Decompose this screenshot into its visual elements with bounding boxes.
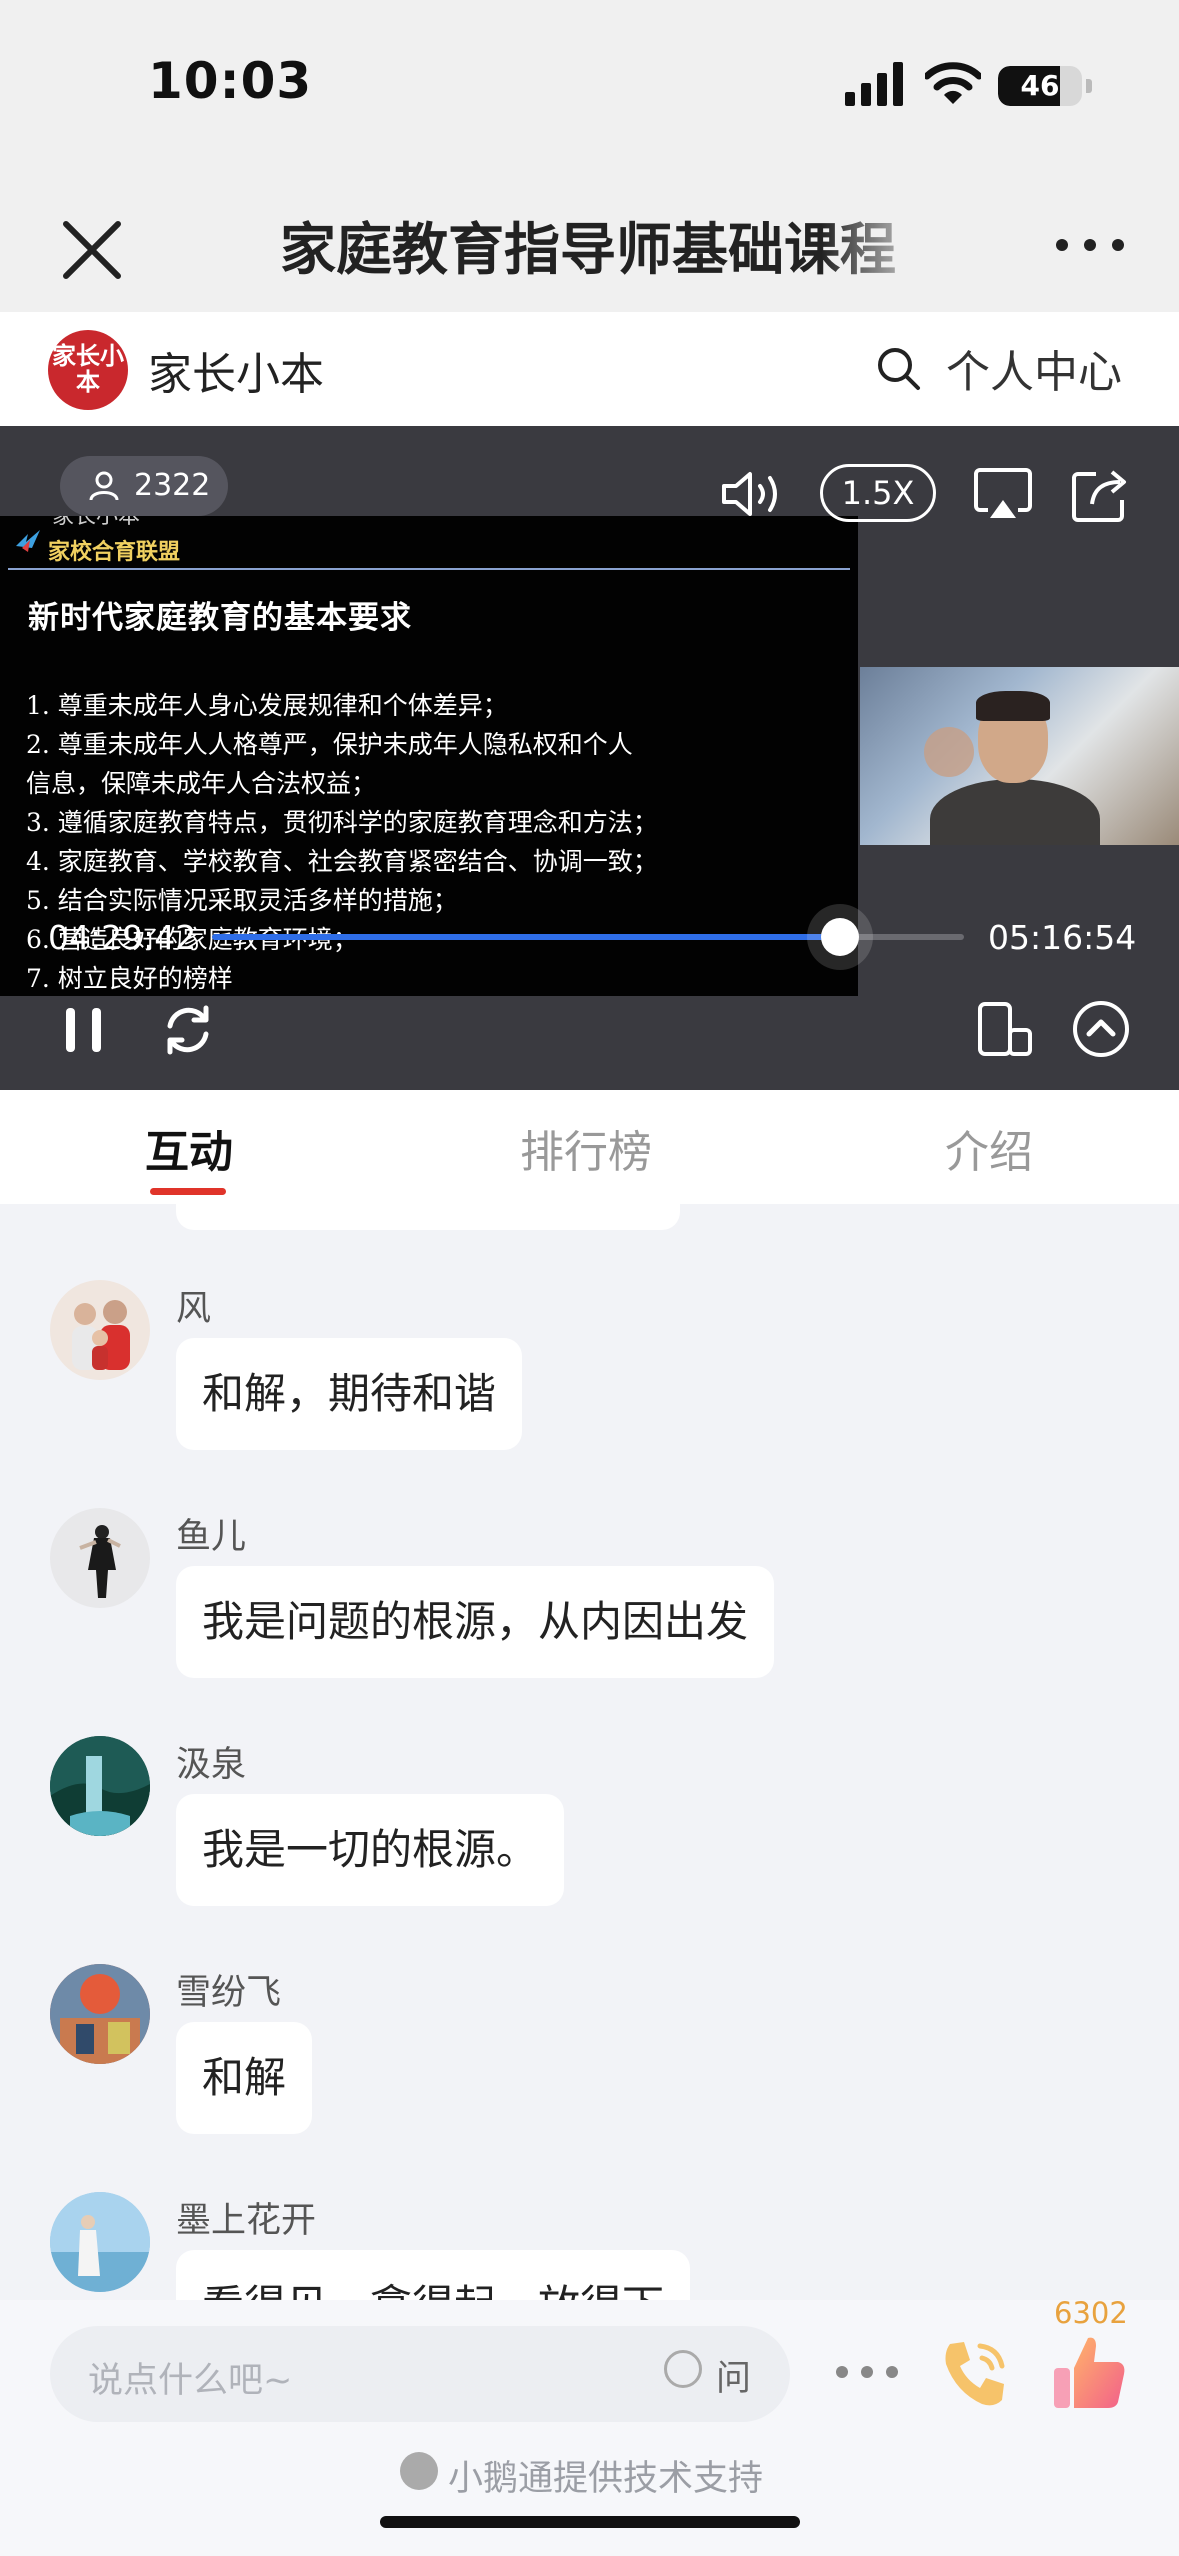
- tab-leaderboard[interactable]: 排行榜: [520, 1116, 652, 1180]
- slide-list-item: 3. 遵循家庭教育特点，贯彻科学的家庭教育理念和方法；: [26, 808, 658, 837]
- viewer-count: 2322: [60, 456, 228, 516]
- playback-speed-button[interactable]: 1.5X: [820, 464, 936, 522]
- rotate-screen-icon[interactable]: [974, 1000, 1034, 1060]
- voice-call-icon[interactable]: [936, 2334, 1016, 2414]
- chat-list[interactable]: 风 和解，期待和谐 鱼儿 我是问题的根源，从内因出发 汲泉 我是一切的根源。 雪…: [0, 1204, 1179, 2300]
- message-username: 鱼儿: [176, 1517, 247, 1557]
- more-icon[interactable]: [1050, 230, 1130, 260]
- battery-level: 46: [1020, 69, 1060, 102]
- close-icon[interactable]: [52, 210, 132, 290]
- slide-rule: [8, 568, 850, 570]
- slide-watermark: 家长小本: [52, 516, 141, 529]
- volume-icon[interactable]: [720, 468, 786, 520]
- slide-list-item: 7. 树立良好的榜样: [26, 964, 233, 993]
- search-icon[interactable]: [874, 344, 924, 394]
- ask-question-label[interactable]: 问: [716, 2350, 751, 2401]
- speaker-camera: [860, 667, 1179, 845]
- more-options-icon[interactable]: [832, 2362, 902, 2382]
- slide-list-item: 5. 结合实际情况采取灵活多样的措施；: [26, 886, 458, 915]
- thumbs-up-icon[interactable]: [1050, 2330, 1130, 2414]
- slide-list-item: 信息，保障未成年人合法权益；: [26, 769, 377, 798]
- personal-center-link[interactable]: 个人中心: [946, 336, 1122, 400]
- brand-logo[interactable]: 家长小本: [48, 330, 128, 410]
- share-icon[interactable]: [1068, 464, 1130, 524]
- current-time: 04:29:42: [48, 918, 197, 957]
- app-screen: 10:03 46 家庭教育指导师基础课程 家长小本 家长小本 个人中心 家长小本: [0, 0, 1179, 2556]
- brand-name[interactable]: 家长小本: [148, 338, 324, 402]
- cellular-signal-icon: [845, 62, 903, 106]
- progress-thumb[interactable]: [821, 918, 859, 956]
- avatar[interactable]: [50, 1964, 150, 2064]
- brand-logo-text: 家长小本: [52, 341, 124, 396]
- slide-list-item: 4. 家庭教育、学校教育、社会教育紧密结合、协调一致；: [26, 847, 658, 876]
- home-indicator[interactable]: [380, 2516, 800, 2528]
- message-bubble[interactable]: 和解，期待和谐: [176, 1338, 523, 1450]
- avatar[interactable]: [50, 1736, 150, 1836]
- message-username: 墨上花开: [176, 2201, 317, 2241]
- slide-title: 新时代家庭教育的基本要求: [28, 600, 412, 636]
- slide-list-item: 1. 尊重未成年人身心发展规律和个体差异；: [26, 691, 508, 720]
- status-time: 10:03: [148, 52, 313, 110]
- avatar[interactable]: [50, 1280, 150, 1380]
- page-title: 家庭教育指导师基础课程: [280, 218, 896, 283]
- message-username: 雪纷飞: [176, 1973, 282, 2013]
- comment-input-placeholder: 说点什么吧~: [88, 2361, 293, 2401]
- org-logo-icon: [16, 530, 40, 552]
- slide-org: 家校合育联盟: [48, 539, 181, 565]
- avatar[interactable]: [50, 2192, 150, 2292]
- message-bubble[interactable]: 看得见，拿得起，放得下: [176, 2250, 691, 2300]
- message-username: 风: [176, 1289, 212, 1329]
- refresh-icon[interactable]: [158, 1000, 218, 1060]
- tech-support-text: 小鹅通提供技术支持: [448, 2459, 764, 2499]
- like-count: 6302: [1054, 2296, 1128, 2330]
- active-tab-indicator: [150, 1188, 226, 1195]
- battery-icon: 46: [998, 66, 1082, 106]
- previous-message-bubble: [176, 1204, 680, 1230]
- message-bubble[interactable]: 我是问题的根源，从内因出发: [176, 1566, 775, 1678]
- message-username: 汲泉: [176, 1745, 247, 1785]
- tab-interaction[interactable]: 互动: [145, 1116, 233, 1180]
- user-icon: [89, 471, 119, 501]
- avatar[interactable]: [50, 1508, 150, 1608]
- pause-icon[interactable]: [62, 1004, 106, 1056]
- slide-list-item: 2. 尊重未成年人人格尊严，保护未成年人隐私权和个人: [26, 730, 633, 759]
- duration: 05:16:54: [988, 918, 1137, 957]
- screen-cast-icon[interactable]: [972, 466, 1034, 524]
- penguin-logo-icon: [400, 2452, 438, 2490]
- message-bubble[interactable]: 我是一切的根源。: [176, 1794, 565, 1906]
- progress-fill: [212, 934, 840, 940]
- viewer-count-value: 2322: [134, 468, 211, 503]
- ask-question-toggle[interactable]: [664, 2350, 702, 2388]
- chevron-up-icon[interactable]: [1072, 1000, 1130, 1058]
- wifi-icon: [925, 62, 981, 104]
- message-bubble[interactable]: 和解: [176, 2022, 313, 2134]
- battery-tip: [1086, 79, 1092, 93]
- tab-introduction[interactable]: 介绍: [945, 1116, 1033, 1180]
